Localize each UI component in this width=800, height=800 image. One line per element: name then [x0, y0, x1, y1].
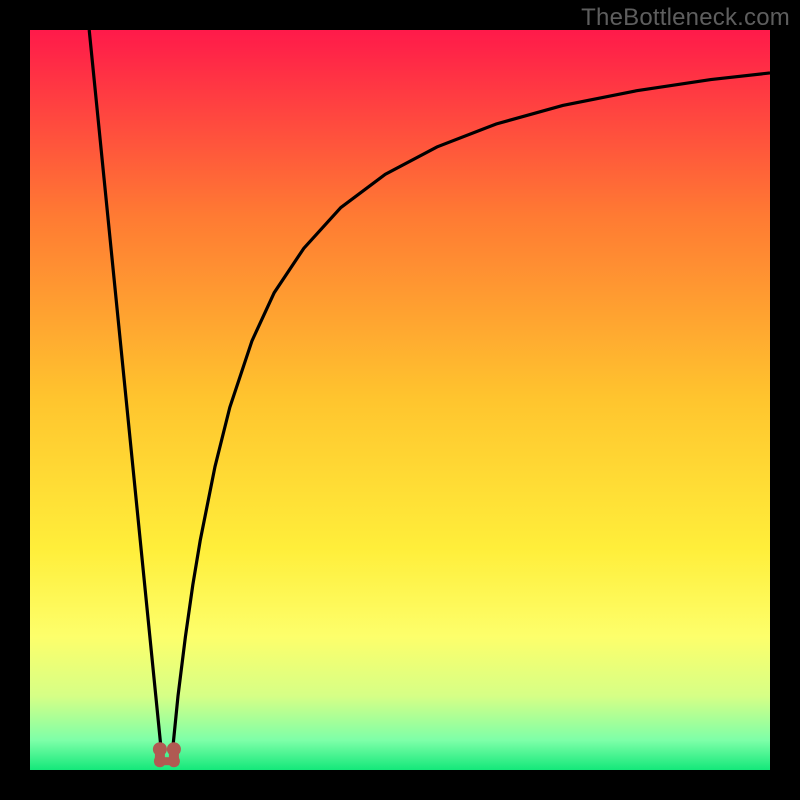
watermark-text: TheBottleneck.com — [581, 4, 790, 32]
heat-background — [30, 30, 770, 770]
chart-container: TheBottleneck.com — [0, 0, 800, 800]
chart-svg — [30, 30, 770, 770]
plot-area — [30, 30, 770, 770]
